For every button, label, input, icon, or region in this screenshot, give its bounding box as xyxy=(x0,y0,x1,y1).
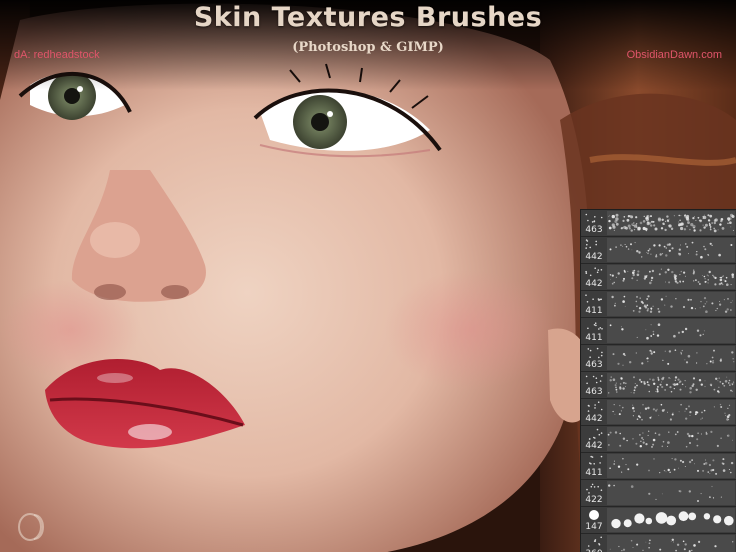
credit-website[interactable]: ObsidianDawn.com xyxy=(627,49,722,61)
brush-tip-icon xyxy=(586,483,603,494)
brush-size-label: 442 xyxy=(585,252,603,262)
brush-size-label: 411 xyxy=(585,306,603,316)
brush-size-label: 411 xyxy=(585,468,603,478)
brush-preset-9[interactable]: 442 xyxy=(581,426,736,453)
brush-stroke-preview xyxy=(607,211,735,235)
brush-stroke-preview xyxy=(607,265,735,289)
brush-stroke-preview xyxy=(607,427,735,451)
brush-stroke-preview xyxy=(607,400,735,424)
brush-preset-11[interactable]: 422 xyxy=(581,480,736,507)
brush-preset-2[interactable]: 442 xyxy=(581,237,736,264)
brush-tip-icon xyxy=(585,294,602,303)
page-subtitle: (Photoshop & GIMP) xyxy=(292,40,444,55)
brush-size-label: 411 xyxy=(585,333,603,343)
brush-tip-icon xyxy=(585,267,603,277)
brush-stroke-preview xyxy=(607,292,735,316)
brush-tip-icon xyxy=(585,239,597,249)
brush-preset-panel: 463 442 442 411 411 463 463 442 442 411 422 147 360 xyxy=(580,209,736,552)
page-title: Skin Textures Brushes xyxy=(193,2,543,33)
brush-stroke-preview xyxy=(607,319,735,343)
brush-preset-5[interactable]: 411 xyxy=(581,318,736,345)
brush-stroke-preview xyxy=(607,346,735,370)
watermark-logo xyxy=(18,513,44,541)
brush-preset-6[interactable]: 463 xyxy=(581,345,736,372)
brush-stroke-preview xyxy=(607,508,735,532)
brush-preset-3[interactable]: 442 xyxy=(581,264,736,291)
brush-stroke-preview xyxy=(607,535,735,552)
brush-size-label: 442 xyxy=(585,279,603,289)
brush-size-label: 463 xyxy=(585,225,603,235)
brush-size-label: 422 xyxy=(585,495,603,505)
artwork: Skin Textures Brushes (Photoshop & GIMP)… xyxy=(0,0,736,552)
brush-tip-icon xyxy=(588,428,603,440)
brush-size-label: 442 xyxy=(585,441,603,451)
brush-tip-icon xyxy=(589,455,603,465)
brush-tip-icon xyxy=(589,510,599,520)
brush-stroke-preview xyxy=(607,481,735,505)
brush-tip-icon xyxy=(585,375,603,385)
brush-preset-13[interactable]: 360 xyxy=(581,534,736,552)
brush-preset-10[interactable]: 411 xyxy=(581,453,736,480)
brush-preset-12[interactable]: 147 xyxy=(581,507,736,534)
brush-tip-icon xyxy=(587,401,603,412)
brush-tip-icon xyxy=(587,536,602,547)
brush-preset-1[interactable]: 463 xyxy=(581,210,736,237)
brush-size-label: 463 xyxy=(585,360,603,370)
brush-size-label: 463 xyxy=(585,387,603,397)
brush-preset-8[interactable]: 442 xyxy=(581,399,736,426)
brush-tip-icon xyxy=(587,322,603,330)
brush-tip-icon xyxy=(585,213,603,223)
brush-preset-4[interactable]: 411 xyxy=(581,291,736,318)
brush-size-label: 147 xyxy=(585,522,603,532)
brush-stroke-preview xyxy=(607,238,735,262)
credit-model[interactable]: dA: redheadstock xyxy=(14,49,100,61)
brush-tip-icon xyxy=(587,347,603,359)
brush-stroke-preview xyxy=(607,373,735,397)
brush-stroke-preview xyxy=(607,454,735,478)
brush-preset-7[interactable]: 463 xyxy=(581,372,736,399)
brush-size-label: 442 xyxy=(585,414,603,424)
